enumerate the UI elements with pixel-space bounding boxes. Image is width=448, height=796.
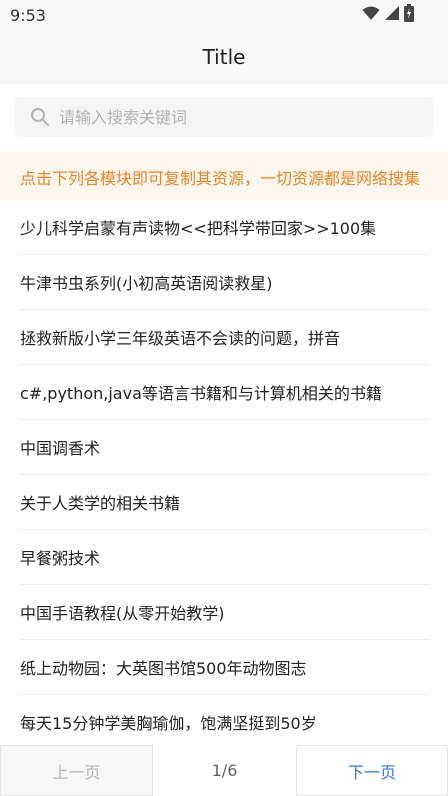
status-bar: 9:53 [0, 0, 448, 30]
search-box[interactable] [15, 97, 433, 137]
resource-list: 少儿科学启蒙有声读物<<把科学带回家>>100集 牛津书虫系列(小初高英语阅读救… [0, 200, 448, 749]
list-item[interactable]: 中国手语教程(从零开始教学) [20, 585, 430, 640]
status-icons [362, 4, 414, 26]
search-input[interactable] [57, 106, 433, 128]
list-item[interactable]: 早餐粥技术 [20, 530, 430, 585]
search-bar [0, 84, 448, 150]
battery-icon [404, 4, 414, 26]
status-time: 9:53 [10, 6, 46, 25]
notice-banner: 点击下列各模块即可复制其资源，一切资源都是网络搜集 [0, 152, 448, 200]
list-item[interactable]: 拯救新版小学三年级英语不会读的问题，拼音 [20, 310, 430, 365]
page-title: Title [202, 45, 246, 69]
signal-icon [384, 5, 400, 25]
notice-text: 点击下列各模块即可复制其资源，一切资源都是网络搜集 [20, 169, 421, 188]
list-item[interactable]: 关于人类学的相关书籍 [20, 475, 430, 530]
wifi-icon [362, 6, 380, 25]
nav-bar: Title [0, 30, 448, 84]
list-item[interactable]: 牛津书虫系列(小初高英语阅读救星) [20, 255, 430, 310]
page-indicator: 1/6 [211, 761, 238, 780]
next-page-button[interactable]: 下一页 [296, 745, 448, 796]
list-item[interactable]: 中国调香术 [20, 420, 430, 475]
prev-page-button[interactable]: 上一页 [0, 745, 153, 796]
pagination-bar: 上一页 1/6 下一页 [0, 745, 448, 796]
list-item[interactable]: 少儿科学启蒙有声读物<<把科学带回家>>100集 [20, 200, 430, 255]
search-icon [29, 106, 51, 128]
list-item[interactable]: 每天15分钟学美胸瑜伽，饱满坚挺到50岁 [20, 695, 430, 749]
list-item[interactable]: c#,python,java等语言书籍和与计算机相关的书籍 [20, 365, 430, 420]
list-item[interactable]: 纸上动物园：大英图书馆500年动物图志 [20, 640, 430, 695]
